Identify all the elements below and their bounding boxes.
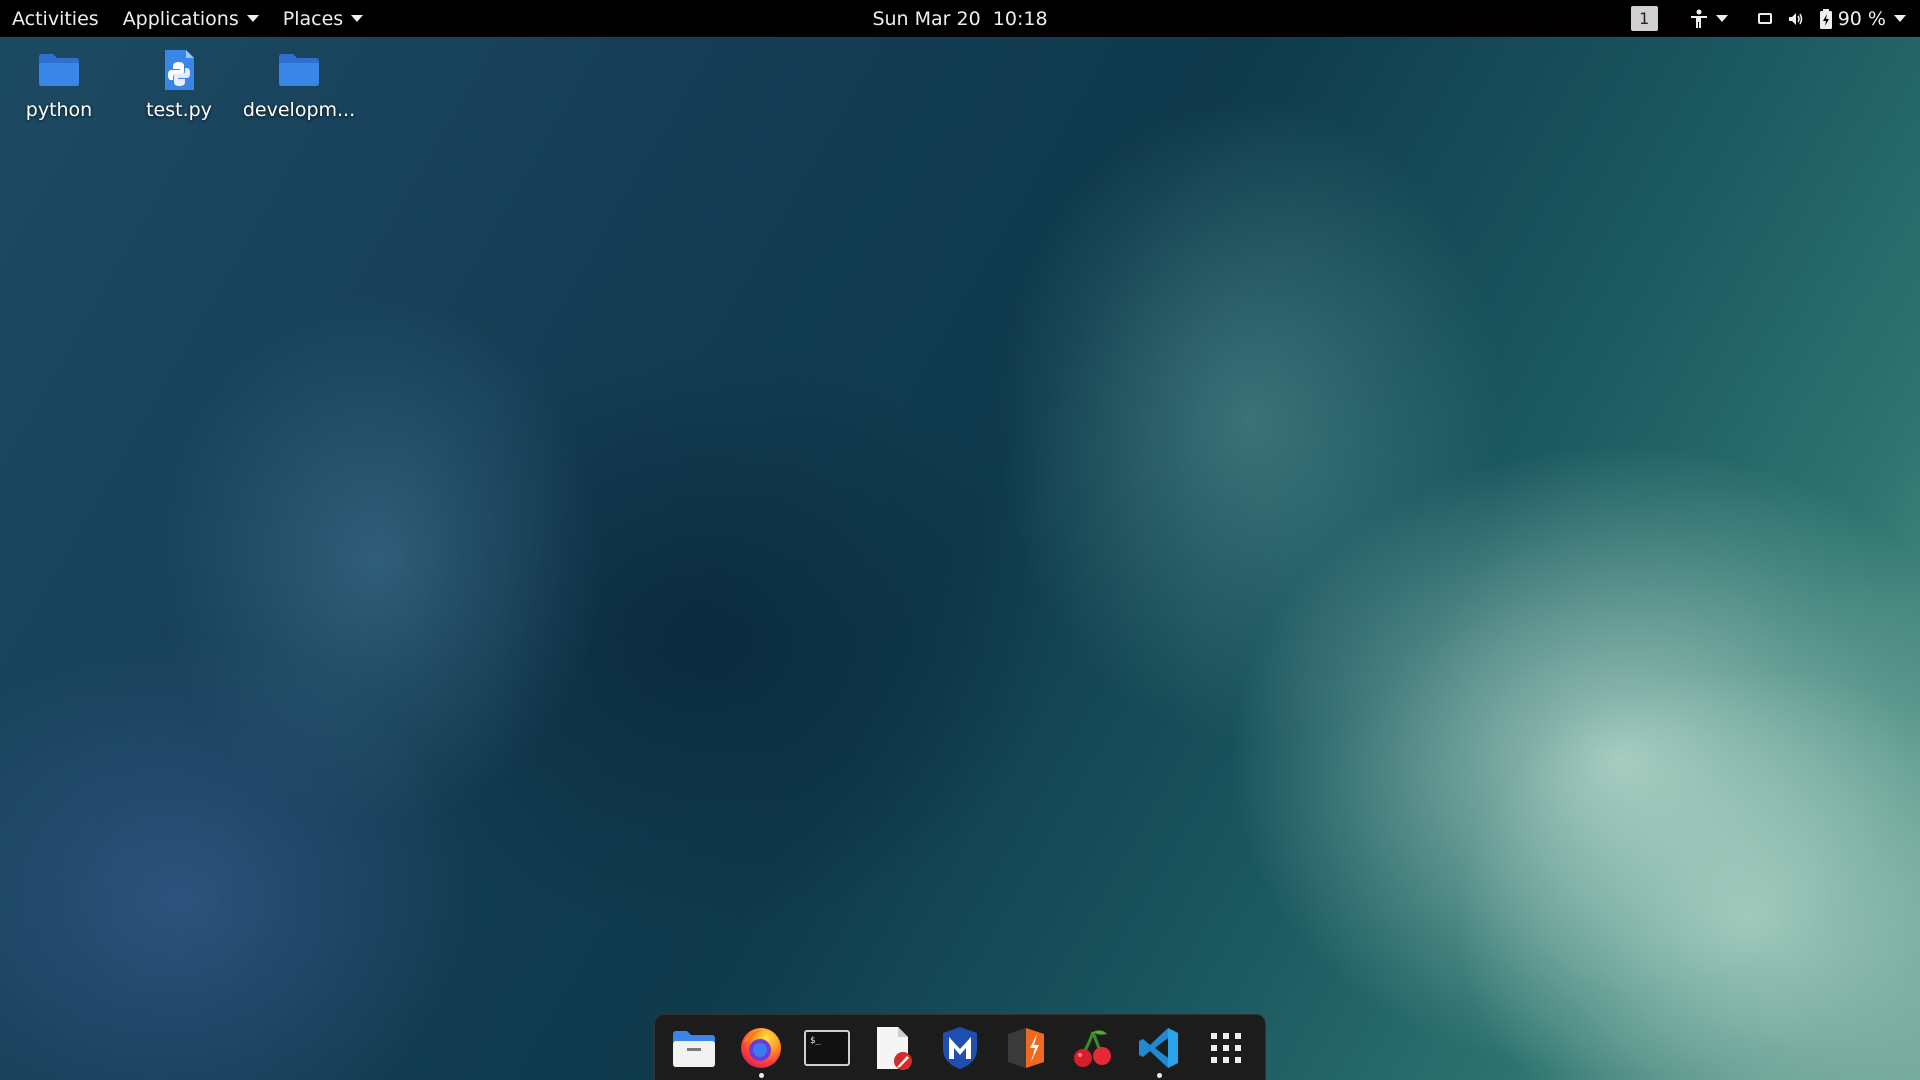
vscode-icon <box>1139 1027 1179 1068</box>
folder-icon <box>279 54 319 86</box>
dock-app-vscode[interactable] <box>1129 1018 1189 1078</box>
terminal-icon: $_ <box>804 1029 851 1066</box>
accessibility-menu[interactable] <box>1690 9 1728 29</box>
chevron-down-icon <box>1894 15 1906 22</box>
applications-menu[interactable]: Applications <box>111 0 271 37</box>
show-applications-button[interactable] <box>1196 1018 1256 1078</box>
running-indicator <box>758 1072 764 1078</box>
accessibility-icon <box>1690 9 1707 28</box>
dock-app-files[interactable] <box>664 1018 724 1078</box>
screen-icon[interactable] <box>1757 12 1772 25</box>
folder-icon <box>39 54 79 86</box>
chevron-down-icon <box>351 15 364 22</box>
activities-button[interactable]: Activities <box>0 0 111 37</box>
system-menu[interactable]: 90 % <box>1819 7 1906 30</box>
maltego-icon <box>942 1026 977 1069</box>
python-file-icon <box>165 50 194 90</box>
cherry-icon <box>1073 1029 1111 1067</box>
app-grid-icon <box>1210 1032 1241 1063</box>
chevron-down-icon <box>1715 15 1728 22</box>
battery-icon <box>1819 8 1832 29</box>
system-tray: 1 90 % <box>1630 0 1920 37</box>
volume-icon[interactable] <box>1788 12 1804 26</box>
desktop-icon-development[interactable]: developm... <box>240 47 358 121</box>
svg-text:$_: $_ <box>810 1036 821 1046</box>
dock-app-burp-suite[interactable] <box>996 1018 1056 1078</box>
workspace-number: 1 <box>1639 9 1650 28</box>
top-bar: Activities Applications Places Sun Mar 2… <box>0 0 1920 37</box>
dock-app-terminal[interactable]: $_ <box>797 1018 857 1078</box>
desktop-icon-test-py[interactable]: test.py <box>120 47 238 121</box>
desktop-icon-python[interactable]: python <box>0 47 118 121</box>
desktop-icon-label: python <box>25 99 93 121</box>
dock-app-text-editor[interactable] <box>864 1018 924 1078</box>
running-indicator <box>1157 1072 1163 1078</box>
battery-percentage: 90 % <box>1837 7 1886 30</box>
clock-label: Sun Mar 20 10:18 <box>872 7 1048 30</box>
dock: $_ <box>654 1014 1266 1080</box>
dock-app-maltego[interactable] <box>930 1018 990 1078</box>
activities-label: Activities <box>12 7 99 30</box>
burp-icon <box>1008 1027 1045 1068</box>
dock-app-cherrytree[interactable] <box>1063 1018 1123 1078</box>
workspace-indicator[interactable]: 1 <box>1630 6 1658 31</box>
files-icon <box>673 1030 716 1067</box>
dock-app-firefox[interactable] <box>731 1018 791 1078</box>
desktop-icon-label: developm... <box>242 99 356 121</box>
places-menu[interactable]: Places <box>271 0 375 37</box>
chevron-down-icon <box>246 15 259 22</box>
text-editor-icon <box>876 1026 912 1070</box>
clock-button[interactable]: Sun Mar 20 10:18 <box>860 0 1059 37</box>
desktop-icon-label: test.py <box>146 99 212 121</box>
places-label: Places <box>282 7 344 30</box>
applications-label: Applications <box>122 7 239 30</box>
firefox-icon <box>740 1027 781 1068</box>
